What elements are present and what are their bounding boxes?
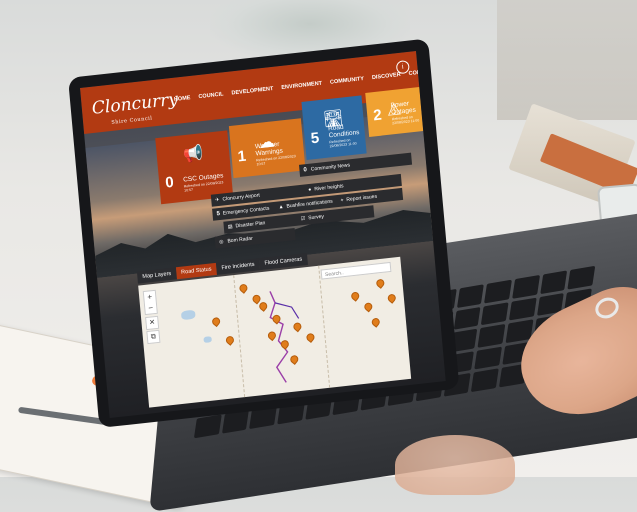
nav-item-home[interactable]: HOME xyxy=(174,95,191,103)
water-drop-icon: ● xyxy=(308,186,312,194)
airport-label: Cloncurry Airport xyxy=(222,192,261,203)
location-pin-icon: ⌖ xyxy=(340,197,344,204)
tile-count: 0 xyxy=(164,173,175,192)
tile-refreshed: Refreshed on 22/08/2023 11:00 xyxy=(391,115,420,126)
keyboard-key xyxy=(453,306,481,330)
layers-icon[interactable]: ⧉ xyxy=(146,329,161,345)
background-shelf xyxy=(497,0,637,120)
keyboard-key xyxy=(477,324,506,348)
airplane-icon: ✈ xyxy=(215,196,220,204)
tile-count: 2 xyxy=(372,106,383,125)
community-news-label: Community News xyxy=(310,162,351,173)
disaster-plan-label: Disaster Plan xyxy=(235,220,266,230)
tile-count: 1 xyxy=(236,147,247,166)
keyboard-key xyxy=(481,301,509,326)
keyboard-key xyxy=(456,284,485,308)
survey-label: Survey xyxy=(308,213,325,222)
tile-road-conditions[interactable]: 🛣 5 Road Conditions Refreshed on 22/08/2… xyxy=(301,95,367,161)
keyboard-key xyxy=(567,265,596,290)
nav-item-council[interactable]: COUNCIL xyxy=(198,91,224,100)
tile-power-outages[interactable]: ⚠ 2 Power Outages Refreshed on 22/08/202… xyxy=(365,87,424,137)
map-boundary xyxy=(318,265,331,388)
river-heights-label: River heights xyxy=(314,183,344,193)
tile-count: 5 xyxy=(310,129,320,148)
nav-item-environment[interactable]: ENVIRONMENT xyxy=(281,81,322,91)
map-marker[interactable] xyxy=(237,282,250,294)
map-marker[interactable] xyxy=(349,290,361,302)
emergency-count: 5 xyxy=(216,210,221,218)
keyboard-key xyxy=(484,279,513,304)
report-issues-label: Report issues xyxy=(346,193,378,204)
zoom-in-button[interactable]: + xyxy=(147,291,153,303)
keyboard-key xyxy=(474,346,503,370)
radar-icon: ◎ xyxy=(218,238,224,246)
laptop-screen: Cloncurry Shire Council HOME COUNCIL DEV… xyxy=(80,51,446,418)
keyboard-key xyxy=(540,270,568,294)
document-icon: ▤ xyxy=(227,223,233,231)
nav-item-discover[interactable]: DISCOVER xyxy=(372,72,401,81)
keyboard-key xyxy=(512,275,540,299)
road-route xyxy=(269,291,300,383)
tile-weather-warnings[interactable]: ☁ 1 Weather Warnings Refreshed on 22/08/… xyxy=(228,118,306,179)
news-count: 0 xyxy=(303,167,308,174)
keyboard-key xyxy=(508,297,537,321)
zoom-control: + − xyxy=(142,289,158,316)
survey-icon: ☑ xyxy=(300,215,306,223)
map-marker[interactable] xyxy=(370,316,382,328)
map-water xyxy=(180,309,196,321)
left-hand xyxy=(395,435,515,495)
map-marker[interactable] xyxy=(374,277,386,289)
site-logo[interactable]: Cloncurry Shire Council xyxy=(91,89,180,132)
zoom-out-button[interactable]: − xyxy=(148,302,154,314)
map-water xyxy=(203,336,212,343)
map-search-input[interactable]: Search.. xyxy=(320,261,392,280)
map-view[interactable]: + − ✕ ⧉ Search.. xyxy=(138,256,412,408)
nav-item-development[interactable]: DEVELOPMENT xyxy=(231,86,273,97)
map-marker[interactable] xyxy=(386,292,398,304)
map-marker[interactable] xyxy=(362,301,374,313)
map-marker[interactable] xyxy=(210,315,222,328)
fire-warning-icon: ▲ xyxy=(278,203,284,211)
close-icon[interactable]: ✕ xyxy=(145,315,160,331)
nav-item-community[interactable]: COMMUNITY xyxy=(330,76,364,86)
megaphone-icon: 📢 xyxy=(182,145,204,165)
bom-radar-label: Bom Radar xyxy=(227,235,254,245)
bushfire-label: Bushfire notifications xyxy=(286,198,333,210)
emergency-contacts-label: Emergency Contacts xyxy=(222,205,270,217)
